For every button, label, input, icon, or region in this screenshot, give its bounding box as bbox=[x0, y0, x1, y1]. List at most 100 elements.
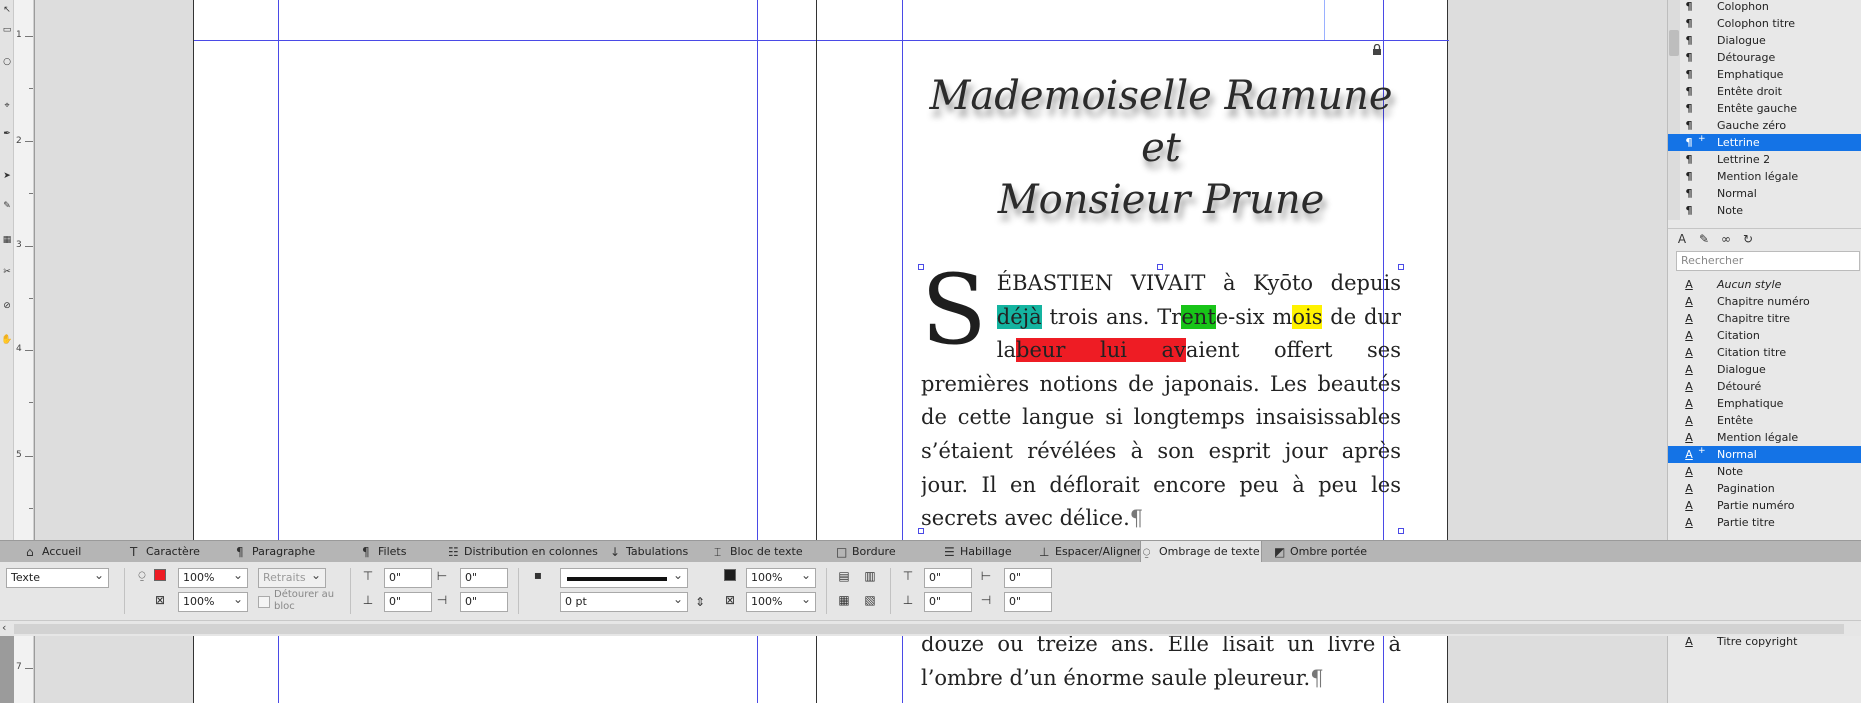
offsets-select[interactable]: Retraits bbox=[258, 566, 326, 588]
fill-icon: ⍜ bbox=[138, 568, 146, 582]
tab-ombrage-de-texte[interactable]: ⍜ Ombrage de texte bbox=[1140, 541, 1262, 563]
tab-habillage[interactable]: ☰ Habillage bbox=[942, 541, 1012, 563]
inset-right-field[interactable]: 0" bbox=[1004, 592, 1052, 612]
hand-tool-icon[interactable]: ✋ bbox=[1, 334, 13, 346]
paragraph-style-item[interactable]: ¶ Dialogue bbox=[1668, 32, 1861, 49]
stepper-icon[interactable]: ⇕ bbox=[692, 594, 708, 610]
bottom-offset-field[interactable]: 0" bbox=[384, 592, 432, 612]
character-style-item[interactable]: A Détouré bbox=[1668, 378, 1861, 395]
title-text-frame[interactable]: Mademoiselle Ramune et Monsieur Prune bbox=[921, 70, 1401, 226]
character-style-item[interactable]: A Partie titre bbox=[1668, 514, 1861, 531]
pointer-tool-icon[interactable]: ➤ bbox=[1, 170, 13, 182]
paragraph-style-item[interactable]: ¶ Normal bbox=[1668, 185, 1861, 202]
align-bottom-icon[interactable]: ▦ bbox=[836, 592, 852, 608]
character-style-item[interactable]: A Note bbox=[1668, 463, 1861, 480]
link-icon[interactable]: ∞ bbox=[1718, 231, 1734, 247]
ruler-number: 3 bbox=[16, 240, 22, 250]
fill-opacity-field[interactable]: 100% bbox=[178, 590, 248, 612]
tab-caractere[interactable]: T Caractère bbox=[128, 541, 200, 563]
lock-icon[interactable] bbox=[1372, 44, 1382, 55]
paragraph-style-item[interactable]: ¶ Note bbox=[1668, 202, 1861, 219]
ellipse-tool-icon[interactable]: ○ bbox=[1, 56, 13, 68]
scroll-track[interactable] bbox=[14, 624, 1844, 634]
stroke-type-select[interactable] bbox=[560, 566, 688, 588]
brush-icon[interactable]: ✎ bbox=[1696, 231, 1712, 247]
control-panel-tabs: ⌂ Accueil T Caractère ¶ Paragraphe ¶ Filets … bbox=[0, 540, 1861, 563]
character-style-item[interactable]: A Dialogue bbox=[1668, 361, 1861, 378]
stroke-weight-select[interactable]: 0 pt bbox=[560, 590, 688, 612]
shading-type-select[interactable]: Texte bbox=[6, 566, 109, 588]
body-text-continued[interactable]: douze ou treize ans. Elle lisait un livr… bbox=[921, 628, 1401, 695]
right-offset-field[interactable]: 0" bbox=[460, 592, 508, 612]
character-style-item[interactable]: A Citation bbox=[1668, 327, 1861, 344]
character-style-item[interactable]: A Chapitre numéro bbox=[1668, 293, 1861, 310]
tab-label: Ombre portée bbox=[1290, 545, 1367, 558]
tab-filets[interactable]: ¶ Filets bbox=[360, 541, 406, 563]
selection-tool-icon[interactable]: ↖ bbox=[1, 4, 13, 16]
align-top-icon[interactable]: ▤ bbox=[836, 568, 852, 584]
fill-color-swatch[interactable] bbox=[154, 569, 166, 581]
eyedropper-tool-icon[interactable]: ⊘ bbox=[1, 300, 13, 312]
pencil-tool-icon[interactable]: ✎ bbox=[1, 200, 13, 212]
text-shading-icon: ⍜ bbox=[1143, 545, 1151, 559]
tab-tabulations[interactable]: ↓ Tabulations bbox=[608, 541, 688, 563]
paragraph-style-item[interactable]: ¶ Gauche zéro bbox=[1668, 117, 1861, 134]
character-style-icon: A bbox=[1685, 465, 1693, 478]
fill-tint-field[interactable]: 100% bbox=[178, 566, 248, 588]
paragraph-style-item[interactable]: ¶ Lettrine 2 bbox=[1668, 151, 1861, 168]
style-label: Entête gauche bbox=[1717, 102, 1798, 115]
stroke-tint-field[interactable]: 100% bbox=[746, 566, 816, 588]
paragraph-style-item[interactable]: ¶ Colophon bbox=[1668, 0, 1861, 15]
character-style-item[interactable]: A Pagination bbox=[1668, 480, 1861, 497]
paragraph-style-item[interactable]: ¶ Colophon titre bbox=[1668, 15, 1861, 32]
character-style-item[interactable]: A Aucun style bbox=[1668, 276, 1861, 293]
character-style-item[interactable]: A + Normal bbox=[1668, 446, 1861, 463]
character-style-item[interactable]: A Chapitre titre bbox=[1668, 310, 1861, 327]
paragraph-style-item[interactable]: ¶ Entête droit bbox=[1668, 83, 1861, 100]
paragraph-style-item[interactable]: ¶ Détourage bbox=[1668, 49, 1861, 66]
character-style-icon: A bbox=[1685, 431, 1693, 444]
clear-overrides-icon[interactable]: A bbox=[1674, 231, 1690, 247]
stroke-color-swatch[interactable] bbox=[724, 569, 736, 581]
horizontal-scrollbar[interactable]: ‹ bbox=[0, 620, 1861, 636]
paragraph-style-item[interactable]: ¶ Mention légale bbox=[1668, 168, 1861, 185]
style-search-input[interactable]: Rechercher bbox=[1676, 251, 1860, 271]
left-offset-field[interactable]: 0" bbox=[460, 568, 508, 588]
inset-left-field[interactable]: 0" bbox=[1004, 568, 1052, 588]
inset-top-field[interactable]: 0" bbox=[924, 568, 972, 588]
scissors-tool-icon[interactable]: ✂ bbox=[1, 266, 13, 278]
character-style-item[interactable]: A Citation titre bbox=[1668, 344, 1861, 361]
tab-espacer-aligner[interactable]: ⊥ Espacer/Aligner bbox=[1037, 541, 1141, 563]
tab-bordure[interactable]: □ Bordure bbox=[834, 541, 896, 563]
tab-paragraphe[interactable]: ¶ Paragraphe bbox=[234, 541, 315, 563]
divider bbox=[350, 568, 351, 614]
divider bbox=[518, 568, 519, 614]
tab-bloc-de-texte[interactable]: ⌶ Bloc de texte bbox=[712, 541, 803, 563]
align-width-icon[interactable]: ▧ bbox=[862, 592, 878, 608]
stroke-opacity-icon: ⊠ bbox=[724, 593, 736, 607]
tab-label: Ombrage de texte bbox=[1159, 545, 1260, 558]
rectangle-frame-tool-icon[interactable]: ▭ bbox=[1, 24, 13, 36]
scroll-left-icon[interactable]: ‹ bbox=[2, 621, 6, 634]
refresh-icon[interactable]: ↻ bbox=[1740, 231, 1756, 247]
grid-tool-icon[interactable]: ▦ bbox=[1, 234, 13, 246]
paragraph-style-item[interactable]: ¶ + Lettrine bbox=[1668, 134, 1861, 151]
align-middle-icon[interactable]: ▥ bbox=[862, 568, 878, 584]
character-style-icon: A bbox=[1685, 516, 1693, 529]
tab-ombre-portee[interactable]: ◩ Ombre portée bbox=[1272, 541, 1367, 563]
inset-bottom-field[interactable]: 0" bbox=[924, 592, 972, 612]
pen-tool-icon[interactable]: ✒ bbox=[1, 128, 13, 140]
tab-label: Habillage bbox=[960, 545, 1012, 558]
character-style-item[interactable]: A Entête bbox=[1668, 412, 1861, 429]
stroke-opacity-field[interactable]: 100% bbox=[746, 590, 816, 612]
tab-accueil[interactable]: ⌂ Accueil bbox=[24, 541, 81, 563]
top-offset-field[interactable]: 0" bbox=[384, 568, 432, 588]
character-style-item[interactable]: A Mention légale bbox=[1668, 429, 1861, 446]
paragraph-style-item[interactable]: ¶ Emphatique bbox=[1668, 66, 1861, 83]
clip-checkbox[interactable] bbox=[258, 596, 270, 608]
character-style-item[interactable]: A Emphatique bbox=[1668, 395, 1861, 412]
character-style-item[interactable]: A Partie numéro bbox=[1668, 497, 1861, 514]
direct-selection-tool-icon[interactable]: ⌖ bbox=[1, 100, 13, 112]
tab-distribution-colonnes[interactable]: ☷ Distribution en colonnes bbox=[446, 541, 598, 563]
paragraph-style-item[interactable]: ¶ Entête gauche bbox=[1668, 100, 1861, 117]
